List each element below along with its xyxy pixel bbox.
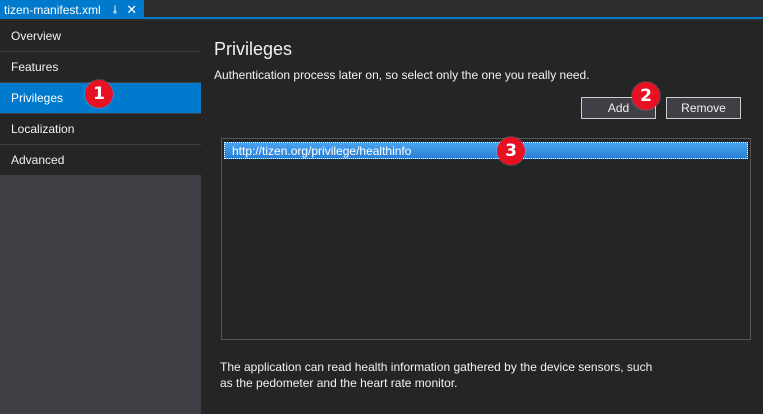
- privileges-panel: Privileges Authentication process later …: [201, 21, 763, 414]
- remove-button[interactable]: Remove: [666, 97, 741, 119]
- document-tab[interactable]: tizen-manifest.xml ⊸ ✕: [0, 0, 144, 19]
- close-icon[interactable]: ✕: [126, 2, 138, 18]
- sidebar-item-localization[interactable]: Localization: [0, 114, 201, 145]
- pin-icon[interactable]: ⊸: [108, 4, 121, 16]
- document-tab-title: tizen-manifest.xml: [4, 2, 101, 17]
- page-title: Privileges: [214, 39, 293, 59]
- list-item[interactable]: http://tizen.org/privilege/healthinfo: [224, 142, 748, 159]
- sidebar-item-advanced[interactable]: Advanced: [0, 145, 201, 176]
- privilege-help-text: The application can read health informat…: [220, 360, 653, 390]
- page-description: Authentication process later on, so sele…: [214, 68, 590, 82]
- callout-badge-1: 1: [85, 80, 113, 108]
- callout-badge-3: 3: [497, 137, 525, 165]
- sidebar-item-overview[interactable]: Overview: [0, 21, 201, 52]
- privilege-list[interactable]: http://tizen.org/privilege/healthinfo: [221, 138, 751, 340]
- callout-badge-2: 2: [632, 82, 660, 110]
- document-tab-strip: tizen-manifest.xml ⊸ ✕: [0, 0, 763, 19]
- sidebar-item-features[interactable]: Features: [0, 52, 201, 83]
